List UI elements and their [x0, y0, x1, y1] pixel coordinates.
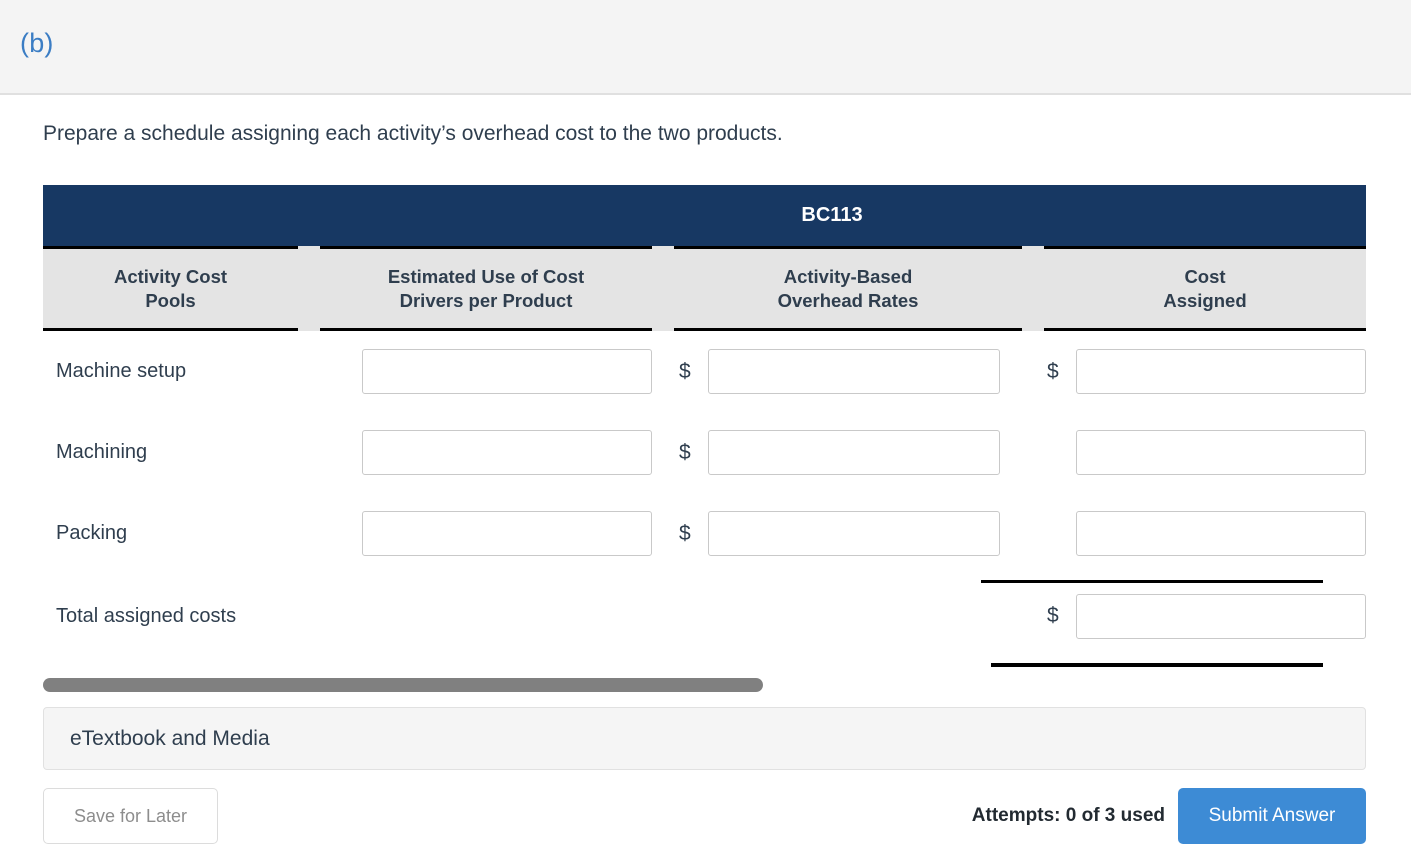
cost-assigned-input-machining[interactable] — [1076, 430, 1366, 475]
rates-input-machine-setup[interactable] — [708, 349, 1000, 394]
total-row-label: Total assigned costs — [56, 604, 237, 627]
rates-input-packing[interactable] — [708, 511, 1000, 556]
row-label: Machine setup — [56, 360, 187, 382]
drivers-input-packing[interactable] — [362, 511, 652, 556]
question-footer: Save for Later Attempts: 0 of 3 used Sub… — [43, 785, 1366, 847]
rates-cell: $ — [652, 349, 1000, 394]
cost-assigned-input-packing[interactable] — [1076, 511, 1366, 556]
column-header-activity-cost-pools: Activity Cost Pools — [43, 246, 298, 331]
dollar-sign-icon: $ — [679, 521, 691, 545]
scrollbar-thumb[interactable] — [43, 678, 763, 692]
total-rule-above — [981, 580, 1323, 583]
total-cost-assigned-cell: $ — [1000, 593, 1366, 639]
column-header-gap-3 — [1022, 246, 1044, 331]
row-label: Machining — [56, 441, 148, 463]
total-rule-below — [991, 663, 1323, 667]
column-header-line1: Activity-Based — [783, 265, 913, 287]
drivers-input-machining[interactable] — [362, 430, 652, 475]
rates-cell: $ — [652, 511, 1000, 556]
total-assigned-costs-input[interactable] — [1076, 593, 1366, 639]
submit-answer-button[interactable]: Submit Answer — [1178, 788, 1366, 844]
drivers-cell — [298, 511, 652, 556]
dollar-sign-icon: $ — [679, 440, 691, 464]
table-total-row: Total assigned costs $ — [43, 574, 1366, 658]
table-product-header-row: BC113 — [43, 185, 1366, 246]
footer-right-group: Attempts: 0 of 3 used Submit Answer — [972, 788, 1366, 844]
part-header-band: (b) — [0, 0, 1411, 95]
column-header-line2: Assigned — [1163, 289, 1247, 311]
part-label: (b) — [20, 28, 54, 58]
row-label: Packing — [56, 522, 128, 544]
rates-cell: $ — [652, 430, 1000, 475]
table-row: Machine setup $ $ — [43, 331, 1366, 412]
table-body: Machine setup $ $ Machining $ Packing $ … — [43, 331, 1366, 658]
table-row: Machining $ $ — [43, 412, 1366, 493]
dollar-sign-icon: $ — [1047, 604, 1059, 627]
column-header-line1: Cost — [1184, 265, 1226, 287]
drivers-cell — [298, 430, 652, 475]
column-header-line2: Drivers per Product — [399, 289, 573, 311]
column-header-line1: Activity Cost — [113, 265, 228, 287]
cost-assigned-input-machine-setup[interactable] — [1076, 349, 1366, 394]
product-header-title: BC113 — [801, 204, 863, 226]
dollar-sign-icon: $ — [1047, 359, 1059, 383]
cost-assignment-table: BC113 Activity Cost Pools Estimated Use … — [43, 185, 1366, 658]
drivers-input-machine-setup[interactable] — [362, 349, 652, 394]
cost-assigned-cell: $ — [1000, 349, 1366, 394]
column-header-line2: Overhead Rates — [777, 289, 919, 311]
save-for-later-button[interactable]: Save for Later — [43, 788, 218, 844]
column-header-line2: Pools — [145, 289, 196, 311]
etextbook-and-media-panel[interactable]: eTextbook and Media — [43, 707, 1366, 770]
question-prompt: Prepare a schedule assigning each activi… — [43, 122, 783, 145]
etextbook-label: eTextbook and Media — [70, 726, 270, 750]
drivers-cell — [298, 349, 652, 394]
table-row: Packing $ $ — [43, 493, 1366, 574]
dollar-sign-icon: $ — [679, 359, 691, 383]
horizontal-scrollbar[interactable] — [43, 678, 1366, 694]
column-header-gap-2 — [652, 246, 674, 331]
column-header-line1: Estimated Use of Cost — [387, 265, 585, 287]
column-header-estimated-use-of-cost-drivers: Estimated Use of Cost Drivers per Produc… — [320, 246, 652, 331]
attempts-status: Attempts: 0 of 3 used — [971, 805, 1165, 826]
column-header-activity-based-overhead-rates: Activity-Based Overhead Rates — [674, 246, 1022, 331]
cost-assigned-cell: $ — [1000, 430, 1366, 475]
cost-assigned-cell: $ — [1000, 511, 1366, 556]
column-header-gap-1 — [298, 246, 320, 331]
table-column-header-row: Activity Cost Pools Estimated Use of Cos… — [43, 246, 1366, 331]
rates-input-machining[interactable] — [708, 430, 1000, 475]
column-header-cost-assigned: Cost Assigned — [1044, 246, 1366, 331]
